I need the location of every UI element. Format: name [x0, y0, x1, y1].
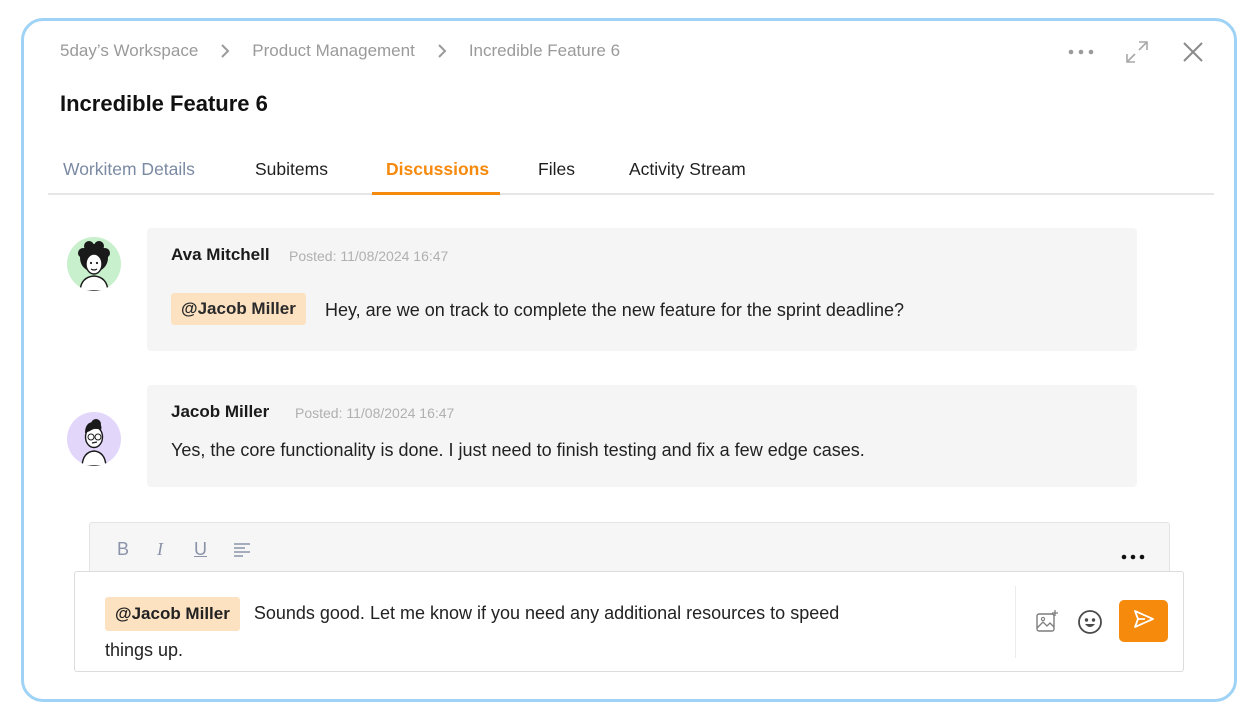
tab-bar: Workitem Details Subitems Discussions Fi… [48, 147, 1214, 195]
divider [1015, 586, 1016, 658]
expand-icon[interactable] [1122, 37, 1152, 67]
emoji-icon[interactable] [1077, 609, 1103, 640]
header-actions [1066, 37, 1208, 67]
more-horizontal-icon[interactable] [1121, 547, 1145, 565]
avatar [67, 412, 121, 466]
formatting-toolbar: B I U [89, 522, 1170, 577]
breadcrumb-current[interactable]: Incredible Feature 6 [469, 41, 620, 61]
message-author[interactable]: Jacob Miller [171, 402, 269, 422]
add-image-icon[interactable] [1035, 609, 1059, 638]
italic-button[interactable]: I [157, 539, 163, 560]
breadcrumb-workspace[interactable]: 5day’s Workspace [60, 41, 198, 61]
breadcrumb-project[interactable]: Product Management [252, 41, 415, 61]
bold-button[interactable]: B [117, 539, 129, 560]
tab-files[interactable]: Files [538, 159, 575, 180]
message-author[interactable]: Ava Mitchell [171, 245, 270, 265]
discussion-modal: 5day’s Workspace Product Management Incr… [21, 18, 1237, 702]
breadcrumb: 5day’s Workspace Product Management Incr… [60, 41, 620, 61]
underline-button[interactable]: U [194, 539, 207, 560]
tab-activity-stream[interactable]: Activity Stream [629, 159, 746, 180]
message-bubble [147, 385, 1137, 487]
mention-tag[interactable]: @Jacob Miller [105, 597, 240, 631]
message-timestamp: Posted: 11/08/2024 16:47 [295, 405, 455, 421]
page-title: Incredible Feature 6 [60, 91, 268, 116]
align-left-icon[interactable] [233, 542, 251, 563]
chevron-right-icon [220, 43, 230, 59]
send-button[interactable] [1119, 600, 1168, 642]
send-icon [1133, 609, 1155, 634]
message-text: Hey, are we on track to complete the new… [325, 300, 904, 320]
message-input[interactable]: @Jacob Miller Sounds good. Let me know if… [105, 595, 885, 669]
active-tab-indicator [372, 192, 500, 195]
more-horizontal-icon[interactable] [1066, 37, 1096, 67]
message-text: Yes, the core functionality is done. I j… [171, 440, 865, 460]
chevron-right-icon [437, 43, 447, 59]
message-timestamp: Posted: 11/08/2024 16:47 [289, 248, 449, 264]
close-icon[interactable] [1178, 37, 1208, 67]
tab-workitem-details[interactable]: Workitem Details [63, 159, 195, 180]
message-composer[interactable]: @Jacob Miller Sounds good. Let me know if… [74, 571, 1184, 672]
tab-discussions[interactable]: Discussions [386, 159, 489, 180]
avatar [67, 237, 121, 291]
mention-tag[interactable]: @Jacob Miller [171, 293, 306, 325]
tab-subitems[interactable]: Subitems [255, 159, 328, 180]
message-bubble [147, 228, 1137, 351]
